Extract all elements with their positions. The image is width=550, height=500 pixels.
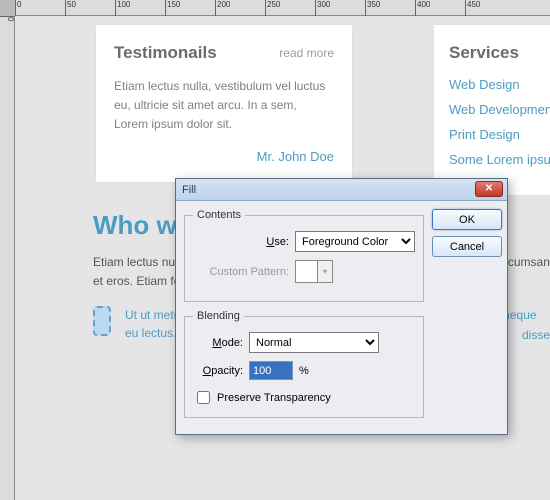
ruler-horizontal: 0 50 100 150 200 250 300 350 400 450: [15, 0, 550, 16]
ruler-tick: 100: [115, 0, 130, 16]
close-icon: ✕: [485, 183, 493, 194]
ruler-tick: 0: [0, 16, 15, 21]
close-button[interactable]: ✕: [475, 181, 503, 197]
use-select[interactable]: Foreground Color: [295, 231, 415, 252]
service-link-print-design[interactable]: Print Design: [449, 127, 550, 142]
ruler-tick: 50: [65, 0, 76, 16]
use-label: Use:: [193, 236, 295, 248]
ruler-tick: 250: [265, 0, 280, 16]
ruler-tick: 400: [415, 0, 430, 16]
custom-pattern-label: Custom Pattern:: [193, 266, 295, 278]
bullet-icon[interactable]: [93, 306, 111, 336]
service-link-lorem[interactable]: Some Lorem ipsu: [449, 152, 550, 167]
ruler-tick: 350: [365, 0, 380, 16]
read-more-link[interactable]: read more: [279, 46, 334, 60]
dialog-titlebar[interactable]: Fill ✕: [176, 179, 507, 201]
pattern-swatch-icon: [296, 261, 318, 282]
ruler-tick: 150: [165, 0, 180, 16]
blending-fieldset: Blending Mode: Normal Opacity: % Preserv…: [184, 310, 424, 418]
service-link-web-design[interactable]: Web Design: [449, 77, 550, 92]
opacity-label: Opacity:: [193, 365, 249, 377]
ruler-vertical: 0: [0, 16, 15, 500]
cancel-button[interactable]: Cancel: [432, 236, 502, 257]
ruler-tick: 200: [215, 0, 230, 16]
preserve-transparency-label: Preserve Transparency: [217, 392, 331, 404]
custom-pattern-swatch[interactable]: ▾: [295, 260, 333, 283]
service-link-web-development[interactable]: Web Development: [449, 102, 550, 117]
fill-dialog: Fill ✕ Contents Use: Foreground Color Cu…: [175, 178, 508, 435]
mode-label: Mode:: [193, 337, 249, 349]
text-fragment: disse: [522, 328, 550, 342]
ruler-tick: 0: [15, 0, 21, 16]
opacity-suffix: %: [293, 365, 309, 377]
mode-select[interactable]: Normal: [249, 332, 379, 353]
opacity-input[interactable]: [249, 361, 293, 380]
preserve-transparency-row: Preserve Transparency: [193, 388, 415, 407]
services-card: Services Web Design Web Development Prin…: [433, 24, 550, 196]
ok-button[interactable]: OK: [432, 209, 502, 230]
testimonial-body: Etiam lectus nulla, vestibulum vel luctu…: [114, 77, 334, 135]
testimonials-card: read more Testimonails Etiam lectus null…: [95, 24, 353, 183]
contents-fieldset: Contents Use: Foreground Color Custom Pa…: [184, 209, 424, 302]
blending-legend: Blending: [193, 310, 244, 322]
services-title: Services: [449, 43, 550, 63]
preserve-transparency-checkbox[interactable]: [197, 391, 210, 404]
chevron-down-icon: ▾: [318, 267, 332, 276]
ruler-tick: 450: [465, 0, 480, 16]
dialog-title: Fill: [182, 184, 196, 196]
contents-legend: Contents: [193, 209, 245, 221]
testimonial-author: Mr. John Doe: [114, 149, 334, 164]
ruler-tick: 300: [315, 0, 330, 16]
